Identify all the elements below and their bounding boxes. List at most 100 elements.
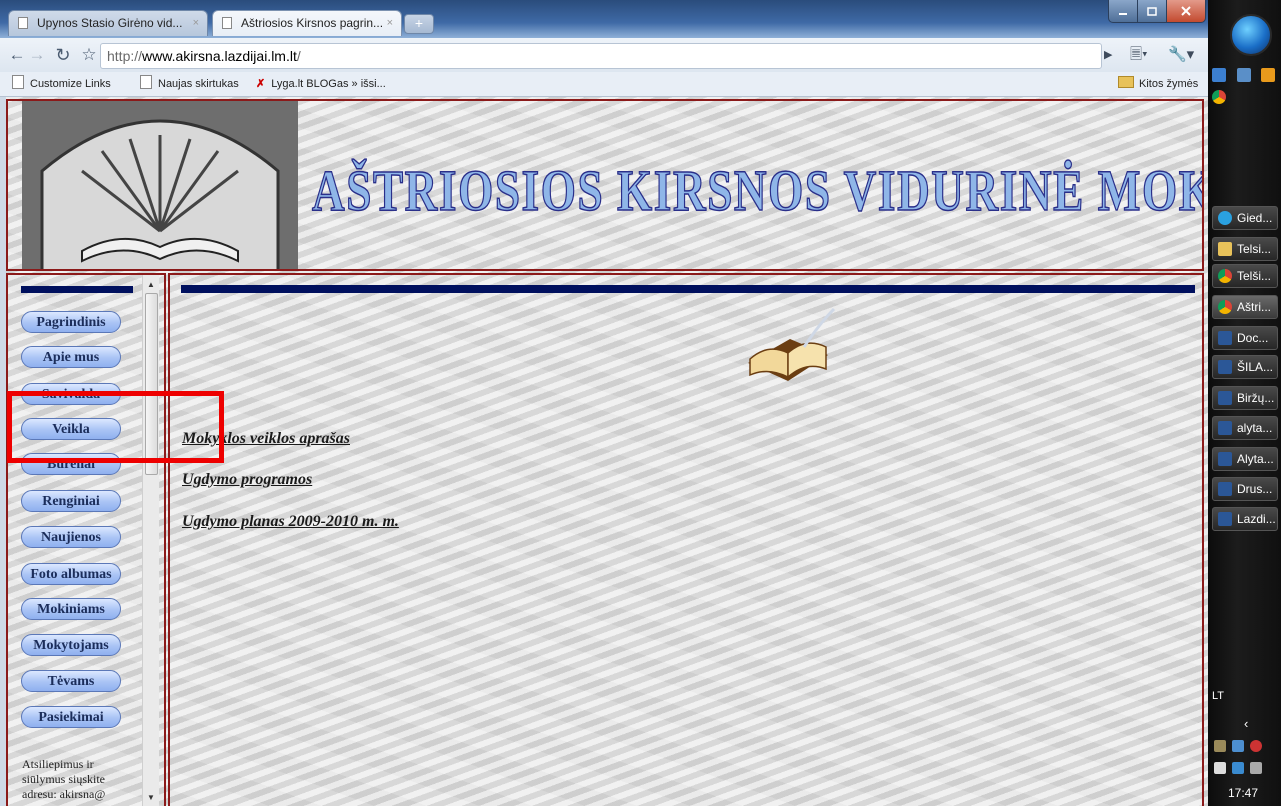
tray-device-icon[interactable] bbox=[1214, 762, 1226, 774]
word-icon bbox=[1218, 391, 1232, 405]
nav-pagrindinis[interactable]: Pagrindinis bbox=[21, 311, 121, 333]
forward-icon[interactable]: → bbox=[26, 44, 48, 66]
browser-toolbar: ← → ↻ ☆ http://www.akirsna.lazdijai.lm.l… bbox=[0, 38, 1208, 72]
bookmark-naujas-skirtukas[interactable]: Naujas skirtukas bbox=[140, 72, 239, 96]
language-indicator[interactable]: LT bbox=[1212, 690, 1224, 702]
taskbar-item-sila[interactable]: ŠILA... bbox=[1212, 355, 1278, 379]
bookmark-lyga[interactable]: ✗ Lyga.lt BLOGas » išsi... bbox=[256, 72, 386, 96]
minimize-button[interactable] bbox=[1108, 0, 1138, 23]
nav-mokiniams[interactable]: Mokiniams bbox=[21, 598, 121, 620]
school-title: AŠTRIOSIOS KIRSNOS VIDURINĖ MOKYKLA bbox=[311, 157, 1204, 224]
nav-savivalda[interactable]: Savivalda bbox=[21, 383, 121, 405]
wrench-icon[interactable]: 🔧▾ bbox=[1168, 44, 1194, 66]
taskbar-item-drus[interactable]: Drus... bbox=[1212, 477, 1278, 501]
nav-renginiai[interactable]: Renginiai bbox=[21, 490, 121, 512]
taskbar-item-astri[interactable]: Aštri... bbox=[1212, 295, 1278, 319]
contact-note: Atsiliepimus ir siūlymus siųskite adresu… bbox=[22, 757, 106, 801]
nav-bureliai[interactable]: Būreliai bbox=[21, 453, 121, 475]
lyga-icon: ✗ bbox=[256, 78, 266, 90]
taskbar-item-gied[interactable]: Gied... bbox=[1212, 206, 1278, 230]
tray-chevron-icon[interactable]: ‹ bbox=[1244, 716, 1248, 731]
start-orb-icon[interactable] bbox=[1230, 14, 1272, 56]
link-ugdymo-planas[interactable]: Ugdymo planas 2009-2010 m. m. bbox=[182, 513, 399, 531]
page-menu-icon[interactable]: 🗏▾ bbox=[1130, 44, 1148, 66]
header-frame: AŠTRIOSIOS KIRSNOS VIDURINĖ MOKYKLA bbox=[6, 99, 1204, 271]
link-ugdymo-programos[interactable]: Ugdymo programos bbox=[182, 471, 312, 489]
other-bookmarks[interactable]: Kitos žymės bbox=[1118, 72, 1198, 96]
page-icon bbox=[18, 17, 28, 29]
tray-security-icon[interactable] bbox=[1250, 740, 1262, 752]
scrollbar-thumb[interactable] bbox=[145, 293, 158, 475]
sidebar-scrollbar[interactable]: ▲ ▼ bbox=[142, 275, 159, 806]
switch-windows-icon[interactable] bbox=[1237, 68, 1251, 82]
chrome-icon bbox=[1218, 269, 1232, 283]
main-content-frame: Mokyklos veiklos aprašas Ugdymo programo… bbox=[168, 273, 1204, 806]
maximize-button[interactable] bbox=[1137, 0, 1167, 23]
tab-akirsna[interactable]: Aštriosios Kirsnos pagrin... × bbox=[212, 10, 402, 36]
nav-mokytojams[interactable]: Mokytojams bbox=[21, 634, 121, 656]
taskbar-item-alyta-1[interactable]: alyta... bbox=[1212, 416, 1278, 440]
back-icon[interactable]: ← bbox=[6, 44, 28, 66]
web-page: AŠTRIOSIOS KIRSNOS VIDURINĖ MOKYKLA Pagr… bbox=[6, 97, 1208, 806]
media-player-icon[interactable] bbox=[1261, 68, 1275, 82]
nav-naujienos[interactable]: Naujienos bbox=[21, 526, 121, 548]
folder-icon bbox=[1118, 76, 1134, 88]
url-text: http://www.akirsna.lazdijai.lm.lt/ bbox=[107, 48, 301, 64]
minimize-icon bbox=[1119, 13, 1127, 15]
word-icon bbox=[1218, 482, 1232, 496]
tab-upynos[interactable]: Upynos Stasio Girėno vid... × bbox=[8, 10, 208, 36]
browser-window: Upynos Stasio Girėno vid... × Aštriosios… bbox=[0, 0, 1208, 806]
nav-tevams[interactable]: Tėvams bbox=[21, 670, 121, 692]
content-top-bar bbox=[181, 285, 1195, 293]
windows-taskbar: Gied... Telsi... Telši... Aštri... Doc..… bbox=[1208, 0, 1281, 806]
sidebar-frame: Pagrindinis Apie mus Savivalda Veikla Bū… bbox=[6, 273, 166, 806]
close-window-button[interactable] bbox=[1166, 0, 1206, 23]
taskbar-item-doc[interactable]: Doc... bbox=[1212, 326, 1278, 350]
folder-icon bbox=[1218, 242, 1232, 256]
go-icon[interactable]: ▶ bbox=[1104, 44, 1112, 66]
word-icon bbox=[1218, 331, 1232, 345]
nav-veikla[interactable]: Veikla bbox=[21, 418, 121, 440]
messenger-icon bbox=[1218, 211, 1232, 225]
word-icon bbox=[1218, 452, 1232, 466]
title-bar: Upynos Stasio Girėno vid... × Aštriosios… bbox=[0, 0, 1208, 38]
word-icon bbox=[1218, 512, 1232, 526]
restore-icon bbox=[1147, 7, 1157, 16]
bookmarks-bar: Customize Links Naujas skirtukas ✗ Lyga.l… bbox=[0, 72, 1208, 97]
scroll-down-icon[interactable]: ▼ bbox=[143, 790, 159, 806]
nav-apie-mus[interactable]: Apie mus bbox=[21, 346, 121, 368]
taskbar-item-lazdi[interactable]: Lazdi... bbox=[1212, 507, 1278, 531]
taskbar-item-alyta-2[interactable]: Alyta... bbox=[1212, 447, 1278, 471]
word-icon bbox=[1218, 360, 1232, 374]
nav-pasiekimai[interactable]: Pasiekimai bbox=[21, 706, 121, 728]
tray-display-icon[interactable] bbox=[1232, 762, 1244, 774]
tray-app-icon[interactable] bbox=[1214, 740, 1226, 752]
word-icon bbox=[1218, 421, 1232, 435]
bookmark-customize-links[interactable]: Customize Links bbox=[12, 72, 111, 96]
bookmark-star-icon[interactable]: ☆ bbox=[78, 44, 100, 66]
show-desktop-icon[interactable] bbox=[1212, 68, 1226, 82]
school-logo bbox=[22, 101, 298, 269]
sidebar-top-bar bbox=[21, 286, 133, 293]
tab-label: Upynos Stasio Girėno vid... bbox=[37, 16, 183, 30]
reload-icon[interactable]: ↻ bbox=[52, 44, 74, 66]
page-icon bbox=[140, 75, 152, 89]
open-book-icon bbox=[748, 307, 836, 381]
new-tab-button[interactable]: + bbox=[404, 14, 434, 34]
taskbar-clock[interactable]: 17:47 bbox=[1228, 786, 1258, 800]
nav-foto-albumas[interactable]: Foto albumas bbox=[21, 563, 121, 585]
chrome-icon bbox=[1218, 300, 1232, 314]
taskbar-item-telsi-folder[interactable]: Telsi... bbox=[1212, 237, 1278, 261]
address-bar[interactable]: http://www.akirsna.lazdijai.lm.lt/ bbox=[100, 43, 1102, 69]
tray-network-icon[interactable] bbox=[1232, 740, 1244, 752]
chrome-quicklaunch-icon[interactable] bbox=[1212, 90, 1226, 104]
page-icon bbox=[12, 75, 24, 89]
tab-label: Aštriosios Kirsnos pagrin... bbox=[241, 16, 384, 30]
link-veiklos-aprasas[interactable]: Mokyklos veiklos aprašas bbox=[182, 430, 350, 448]
tab-close-icon[interactable]: × bbox=[193, 11, 199, 35]
tab-close-icon[interactable]: × bbox=[387, 11, 393, 35]
taskbar-item-telsi-chrome[interactable]: Telši... bbox=[1212, 264, 1278, 288]
scroll-up-icon[interactable]: ▲ bbox=[143, 277, 159, 293]
tray-volume-icon[interactable] bbox=[1250, 762, 1262, 774]
taskbar-item-birzu[interactable]: Biržų... bbox=[1212, 386, 1278, 410]
